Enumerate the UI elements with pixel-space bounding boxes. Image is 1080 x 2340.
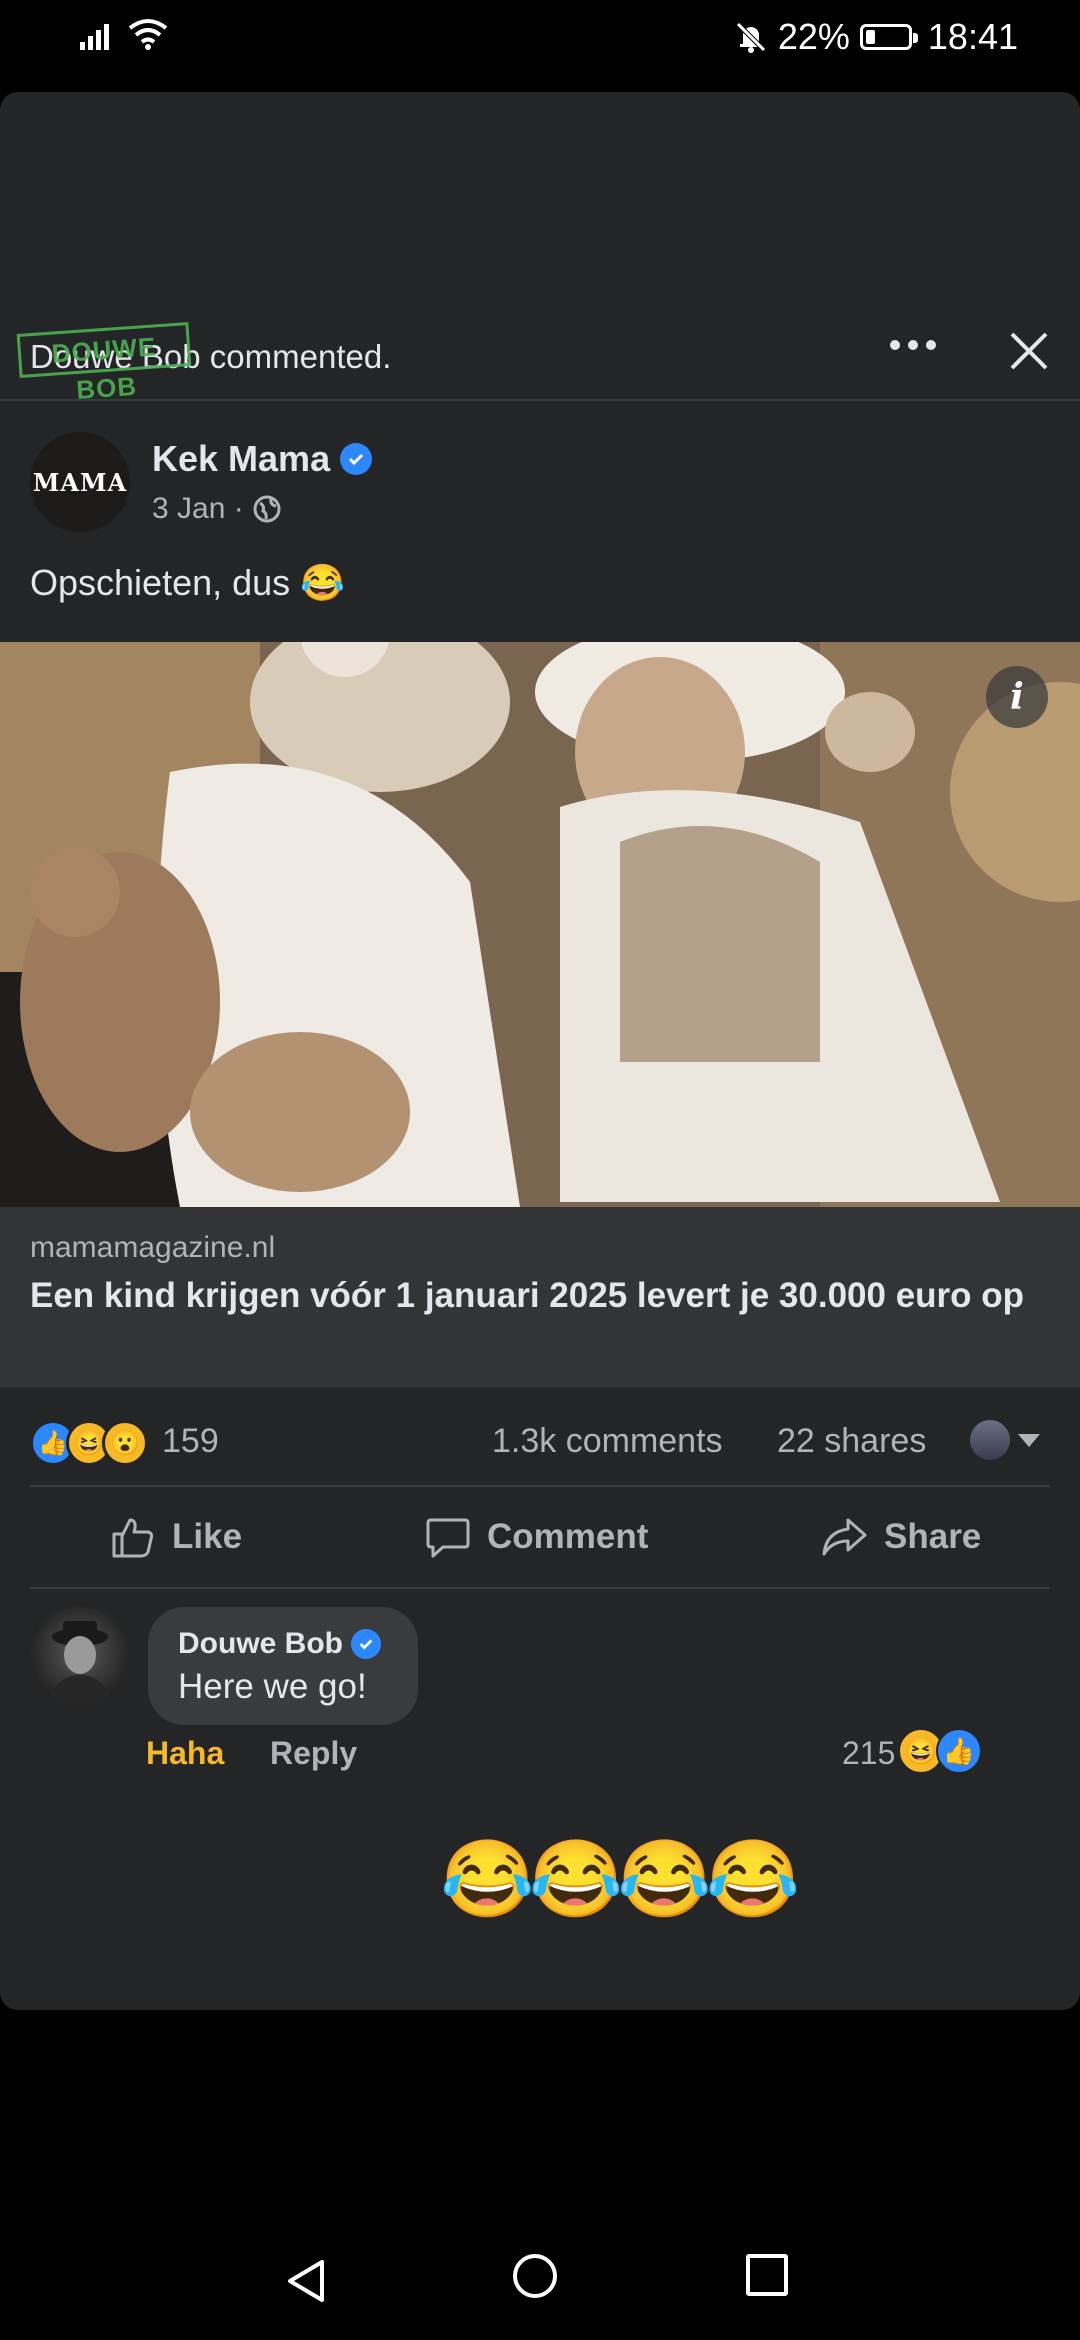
clock: 18:41 — [927, 16, 1018, 57]
comment-button[interactable]: Comment — [425, 1487, 648, 1587]
verified-badge-icon — [340, 443, 373, 475]
post-photo — [0, 642, 1080, 1207]
reply-emojis: 😂😂😂😂 — [440, 1837, 801, 1922]
post-text: Opschieten, dus 😂 — [30, 562, 345, 603]
battery-icon — [859, 24, 918, 50]
commenter-name-label: Douwe Bob — [178, 1627, 343, 1660]
like-button[interactable]: Like — [110, 1487, 242, 1587]
wow-reaction-icon: 😮 — [102, 1420, 148, 1466]
comment-count[interactable]: 1.3k comments — [492, 1422, 723, 1461]
commenter-avatar[interactable] — [30, 1607, 130, 1707]
battery-percent: 22% — [777, 16, 850, 57]
verified-badge-icon — [351, 1629, 381, 1659]
system-nav-bar — [0, 2220, 1080, 2340]
mute-notifications-icon — [736, 22, 766, 53]
reactions-summary: 👍 😆 😮 159 1.3k comments 22 shares — [30, 1412, 1050, 1472]
like-label: Like — [172, 1517, 243, 1556]
info-icon[interactable]: i — [986, 666, 1048, 728]
post-meta: 3 Jan · — [152, 492, 282, 526]
commenter-name[interactable]: Douwe Bob — [178, 1627, 381, 1661]
comment-bubble[interactable]: Douwe Bob Here we go! — [148, 1607, 418, 1725]
comment-haha-reaction[interactable]: Haha — [146, 1735, 224, 1772]
back-icon[interactable] — [282, 2256, 332, 2306]
reaction-count[interactable]: 159 — [162, 1422, 219, 1461]
signal-icon — [80, 24, 109, 50]
close-icon[interactable] — [1006, 328, 1052, 374]
thumbs-up-icon — [112, 1518, 154, 1558]
chevron-down-icon[interactable] — [1018, 1434, 1040, 1447]
comment-reaction-count[interactable]: 215 — [842, 1735, 895, 1772]
share-label: Share — [884, 1517, 982, 1556]
post-card: Douwe Bob commented. DOUWE BOB MAMA Kek … — [0, 92, 1080, 2010]
battery-fill — [865, 30, 875, 44]
notification-header: Douwe Bob commented. DOUWE BOB — [0, 92, 1080, 405]
page-avatar[interactable]: MAMA — [30, 432, 130, 532]
page-name[interactable]: Kek Mama — [152, 438, 373, 480]
link-domain: mamamagazine.nl — [30, 1231, 276, 1264]
comment-label: Comment — [487, 1517, 649, 1556]
link-preview[interactable]: mamamagazine.nl Een kind krijgen vóór 1 … — [0, 1207, 1080, 1387]
comment-icon — [426, 1518, 470, 1558]
link-title: Een kind krijgen vóór 1 januari 2025 lev… — [30, 1276, 1025, 1315]
post-image[interactable]: i — [0, 642, 1080, 1207]
like-reaction-icon: 👍 — [936, 1728, 982, 1774]
comment-reaction-icons[interactable]: 😆 👍 — [898, 1728, 982, 1774]
share-button[interactable]: Share — [820, 1487, 981, 1587]
action-bar: Like Comment Share — [30, 1485, 1050, 1589]
share-icon — [822, 1518, 867, 1556]
status-bar: 22% 18:41 — [0, 0, 1080, 80]
share-count[interactable]: 22 shares — [777, 1422, 926, 1461]
comment-text: Here we go! — [178, 1667, 367, 1706]
post-date: 3 Jan · — [152, 492, 244, 525]
more-options-icon[interactable] — [890, 330, 950, 360]
recent-apps-icon[interactable] — [746, 2254, 788, 2296]
page-name-label: Kek Mama — [152, 438, 331, 479]
viewer-avatar[interactable] — [970, 1420, 1010, 1460]
home-icon[interactable] — [513, 2254, 557, 2298]
comment-reply-button[interactable]: Reply — [270, 1735, 357, 1772]
wifi-icon — [128, 19, 168, 50]
globe-icon — [253, 495, 281, 523]
reaction-icons[interactable]: 👍 😆 😮 — [30, 1420, 148, 1466]
